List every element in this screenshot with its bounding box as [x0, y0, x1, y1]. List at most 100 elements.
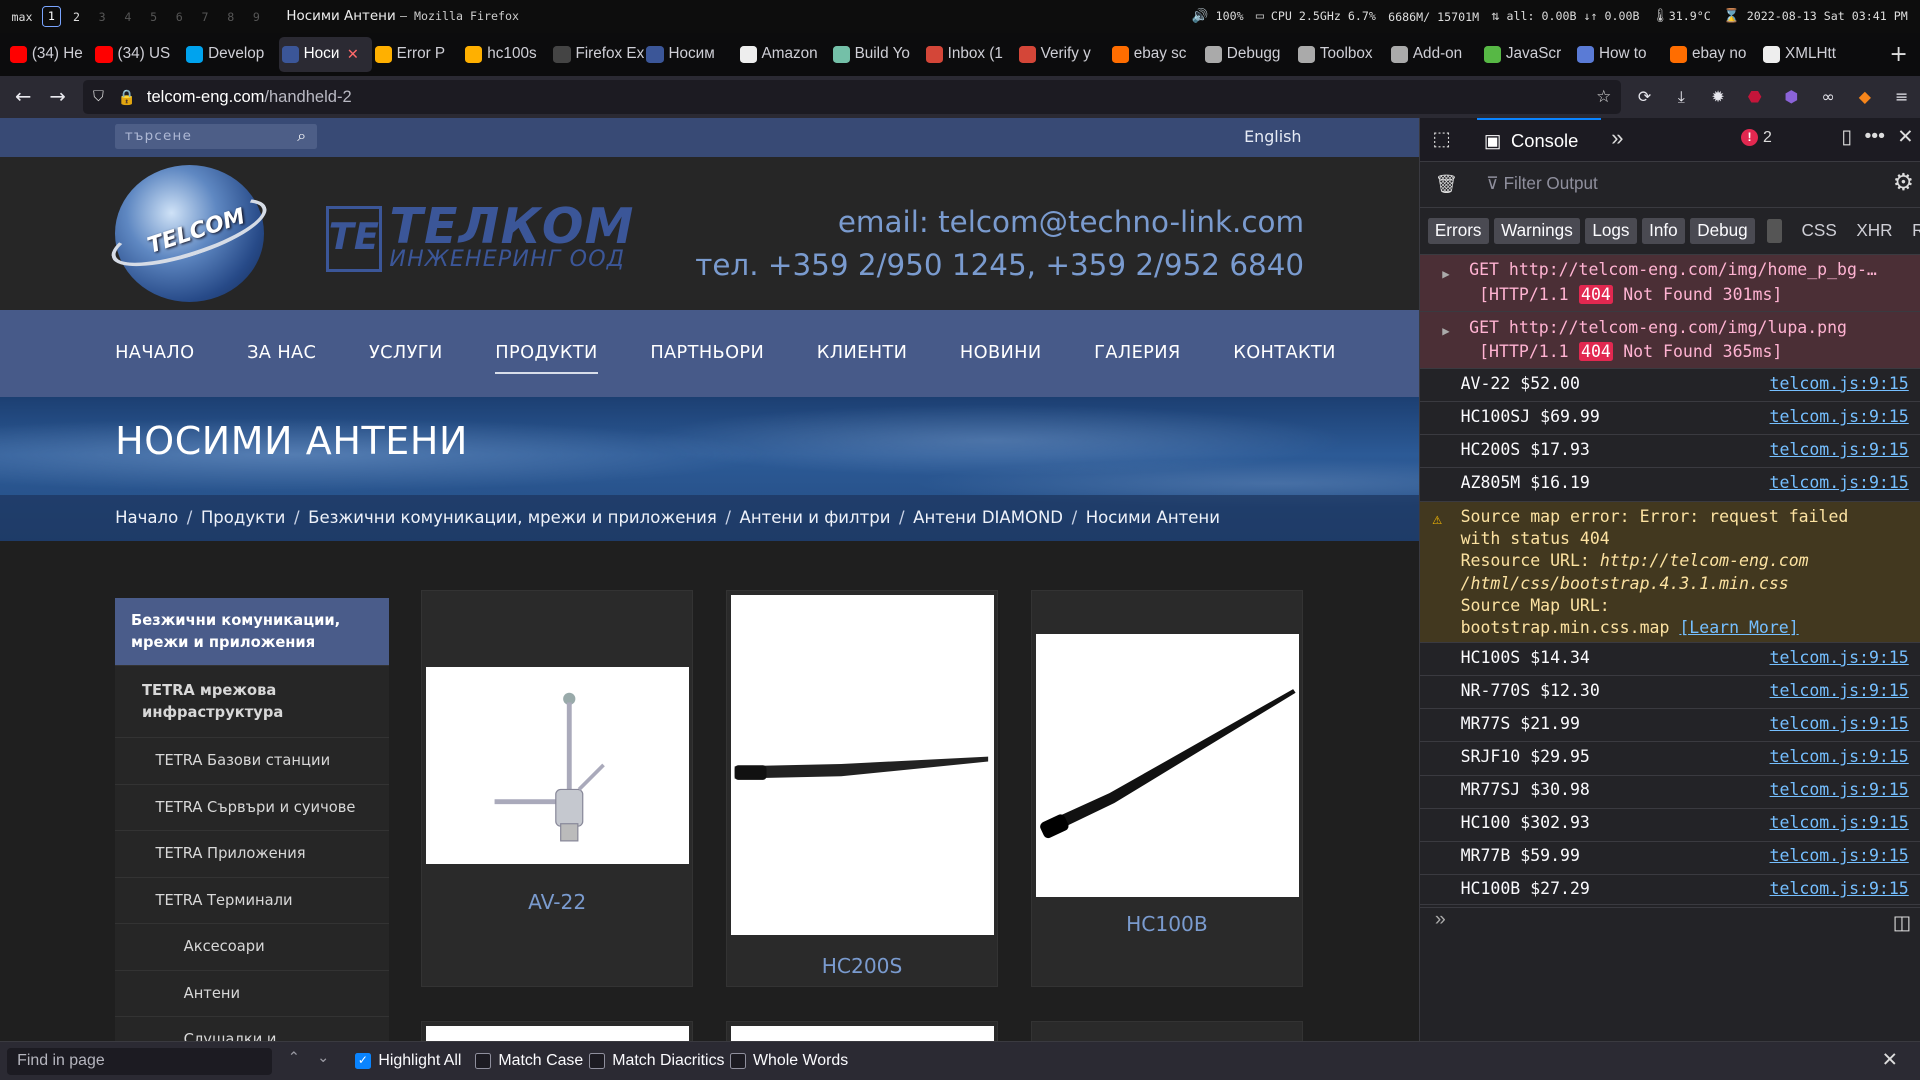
breadcrumb-item[interactable]: Безжични комуникации, мрежи и приложения — [308, 508, 717, 527]
sidebar-item[interactable]: Слушалки и — [115, 1017, 390, 1041]
menu-item[interactable]: ПАРТНЬОРИ — [650, 343, 764, 363]
browser-tab[interactable]: Inbox (1 — [923, 33, 1016, 76]
contact-email[interactable]: email: telcom@techno-link.com — [695, 201, 1304, 244]
menu-item[interactable]: ЗА НАС — [247, 343, 316, 363]
log-source-link[interactable]: telcom.js:9:15 — [1770, 439, 1909, 461]
log-level-errors[interactable]: Errors — [1427, 217, 1489, 244]
request-type-css[interactable]: CSS — [1794, 218, 1844, 244]
browser-tab[interactable]: Firefox Ext — [551, 33, 644, 76]
split-editor-icon[interactable]: ◫ — [1893, 911, 1912, 935]
bookmark-star-icon[interactable]: ☆ — [1596, 86, 1611, 107]
product-image[interactable] — [425, 1025, 690, 1041]
ublock-icon[interactable]: ⬣ — [1736, 87, 1773, 106]
console-log-row[interactable]: MR77SJ $30.98 telcom.js:9:15 — [1420, 776, 1920, 809]
menu-item[interactable]: НОВИНИ — [960, 343, 1042, 363]
workspace-1[interactable]: 1 — [41, 6, 62, 27]
browser-tab[interactable]: Amazon — [737, 33, 830, 76]
site-search-input[interactable]: търсене ⌕ — [115, 123, 318, 150]
console-log-row[interactable]: MR77B $59.99 telcom.js:9:15 — [1420, 842, 1920, 875]
product-card-av22[interactable]: AV-22 — [421, 590, 694, 987]
log-source-link[interactable]: telcom.js:9:15 — [1770, 647, 1909, 669]
menu-item[interactable]: КОНТАКТИ — [1233, 343, 1336, 363]
match-diacritics-checkbox[interactable]: Match Diacritics — [588, 1052, 724, 1070]
log-level-info[interactable]: Info — [1641, 217, 1685, 244]
console-log-row[interactable]: HC200S $17.93 telcom.js:9:15 — [1420, 435, 1920, 469]
sidebar-item[interactable]: TETRA Базови станции — [115, 738, 390, 785]
console-error[interactable]: ▶ GET http://telcom-eng.com/img/lupa.png… — [1420, 312, 1920, 370]
whole-words-checkbox[interactable]: Whole Words — [729, 1052, 848, 1070]
product-card[interactable] — [1031, 1021, 1303, 1041]
browser-tab[interactable]: (34) He — [7, 33, 93, 76]
console-log-row[interactable]: HC100S $14.34 telcom.js:9:15 — [1420, 643, 1920, 677]
product-image-hc200s[interactable] — [730, 594, 995, 936]
product-name-av22[interactable]: AV-22 — [422, 890, 692, 914]
log-source-link[interactable]: telcom.js:9:15 — [1770, 406, 1909, 428]
workspace-3[interactable]: 3 — [89, 10, 115, 24]
console-warning[interactable]: ⚠ Source map error: Error: request faile… — [1420, 501, 1920, 644]
trash-icon[interactable]: 🗑 — [1435, 173, 1458, 195]
browser-tab[interactable]: Error P — [372, 33, 463, 76]
menu-item[interactable]: УСЛУГИ — [369, 343, 443, 363]
product-card-hc200s[interactable]: HC200S — [726, 590, 998, 987]
browser-tab[interactable]: ebay no — [1668, 33, 1761, 76]
menu-item[interactable]: НАЧАЛО — [115, 343, 194, 363]
settings-gear-icon[interactable]: ⚙ — [1893, 169, 1914, 196]
log-level-warnings[interactable]: Warnings — [1493, 217, 1581, 244]
request-type-xhr[interactable]: XHR — [1849, 218, 1900, 244]
hamburger-menu-icon[interactable]: ≡ — [1883, 87, 1920, 106]
console-error[interactable]: ▶ GET http://telcom-eng.com/img/home_p_b… — [1420, 254, 1920, 312]
browser-tab[interactable]: hc100s — [463, 33, 551, 76]
gear-extension-icon[interactable]: ✹ — [1700, 87, 1737, 106]
element-picker-icon[interactable]: ⬚ — [1432, 127, 1451, 151]
browser-tab[interactable]: How to — [1574, 33, 1667, 76]
language-link[interactable]: English — [1244, 127, 1301, 146]
log-source-link[interactable]: telcom.js:9:15 — [1770, 878, 1909, 900]
product-image[interactable] — [730, 1025, 995, 1041]
menu-item[interactable]: КЛИЕНТИ — [817, 343, 907, 363]
close-devtools-icon[interactable]: ✕ — [1897, 125, 1913, 149]
log-source-link[interactable]: telcom.js:9:15 — [1770, 779, 1909, 801]
back-arrow-icon[interactable]: ← — [6, 85, 40, 108]
console-input[interactable]: » ◫ — [1420, 903, 1920, 941]
breadcrumb-item[interactable]: Продукти — [201, 508, 286, 527]
log-source-link[interactable]: telcom.js:9:15 — [1770, 680, 1909, 702]
sidebar-item[interactable]: Безжични комуникации, мрежи и приложения — [115, 597, 390, 667]
browser-tab[interactable]: Add-on — [1388, 33, 1481, 76]
browser-tab[interactable]: JavaScr — [1481, 33, 1574, 76]
request-type-r[interactable]: R — [1905, 218, 1920, 244]
company-logo[interactable]: TELCOM — [104, 165, 273, 303]
browser-tab[interactable]: Toolbox — [1295, 33, 1388, 76]
dock-side-icon[interactable]: ▯ — [1841, 125, 1852, 149]
search-icon[interactable]: ⌕ — [297, 126, 307, 146]
close-tab-icon[interactable]: ✕ — [347, 46, 359, 63]
product-card-hc100b[interactable]: HC100B — [1031, 590, 1303, 987]
workspace-2[interactable]: 2 — [64, 10, 90, 24]
console-log-row[interactable]: NR-770S $12.30 telcom.js:9:15 — [1420, 676, 1920, 710]
browser-tab[interactable]: ebay sc — [1109, 33, 1202, 76]
log-level-debug[interactable]: Debug — [1689, 217, 1756, 244]
reload-icon[interactable]: ⟳ — [1626, 87, 1663, 106]
expand-triangle-icon[interactable]: ▶ — [1442, 262, 1449, 286]
product-image-av22[interactable] — [425, 667, 690, 865]
log-source-link[interactable]: telcom.js:9:15 — [1770, 812, 1909, 834]
find-next-icon[interactable]: ⌄ — [317, 1049, 329, 1066]
new-tab-button[interactable]: + — [1889, 42, 1907, 67]
sidebar-item[interactable]: TETRA мрежова инфраструктура — [115, 666, 390, 739]
find-in-page-input[interactable]: Find in page — [7, 1047, 272, 1075]
browser-tab[interactable]: (34) US — [93, 33, 184, 76]
product-card[interactable] — [726, 1021, 998, 1041]
match-case-checkbox[interactable]: Match Case — [475, 1052, 583, 1070]
learn-more-link[interactable]: [Learn More] — [1679, 618, 1798, 637]
breadcrumb-item[interactable]: Антени и филтри — [740, 508, 891, 527]
highlight-all-checkbox[interactable]: ✓ Highlight All — [355, 1052, 461, 1070]
more-options-icon[interactable]: ••• — [1864, 125, 1885, 149]
forward-arrow-icon[interactable]: → — [40, 85, 74, 108]
sidebar-item[interactable]: TETRA Сървъри и суичове — [115, 784, 390, 832]
browser-tab[interactable]: Build Yo — [830, 33, 923, 76]
sidebar-item[interactable]: Антени — [115, 970, 390, 1018]
console-log-row[interactable]: HC100SJ $69.99 telcom.js:9:15 — [1420, 402, 1920, 436]
product-name-hc200s[interactable]: HC200S — [727, 954, 997, 978]
download-icon[interactable]: ⤓ — [1663, 87, 1700, 107]
sidebar-item[interactable]: TETRA Приложения — [115, 831, 390, 878]
browser-tab[interactable]: Debugg — [1202, 33, 1295, 76]
